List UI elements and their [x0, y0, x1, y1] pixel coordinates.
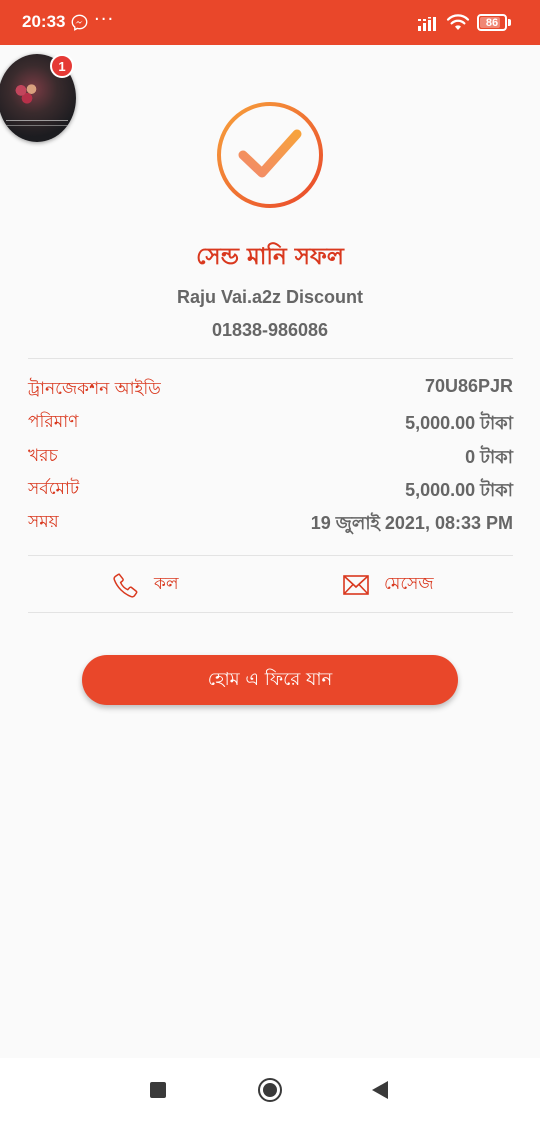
- call-label: কল: [154, 574, 179, 594]
- detail-label: সর্বমোট: [28, 479, 80, 499]
- system-nav-bar: [0, 1058, 540, 1123]
- chat-unread-badge: 1: [50, 54, 74, 78]
- chat-head-bubble[interactable]: 1: [0, 54, 77, 142]
- detail-row-transaction-id: ট্রানজেকশন আইডি 70U86PJR: [28, 376, 513, 406]
- signal-icon: [418, 17, 436, 31]
- status-time: 20:33: [22, 12, 66, 31]
- battery-level: 86: [485, 16, 499, 29]
- detail-value: 5,000.00 টাকা: [405, 480, 513, 500]
- recipient-number: 01838-986086: [211, 320, 329, 340]
- detail-value: 19 জুলাই 2021, 08:33 PM: [310, 513, 513, 533]
- messenger-icon: [71, 14, 88, 31]
- divider: [28, 612, 513, 613]
- divider: [28, 555, 513, 556]
- detail-row-charge: খরচ 0 টাকা: [28, 443, 513, 473]
- battery-icon: 86: [477, 14, 507, 31]
- detail-label: সময়: [28, 512, 59, 532]
- avatar-caption: [6, 120, 68, 126]
- phone-icon: [113, 573, 138, 598]
- detail-value: 0 টাকা: [465, 447, 513, 467]
- recents-square-icon[interactable]: [150, 1082, 166, 1098]
- detail-value: 5,000.00 টাকা: [405, 413, 513, 433]
- wifi-icon: [446, 14, 470, 30]
- detail-label: খরচ: [28, 446, 58, 466]
- home-circle-icon[interactable]: [258, 1078, 282, 1102]
- more-notifications-icon: ···: [94, 9, 115, 30]
- status-bar: 20:33 ··· 86: [0, 0, 540, 45]
- detail-row-total: সর্বমোট 5,000.00 টাকা: [28, 476, 513, 506]
- divider: [28, 358, 513, 359]
- page-title: সেন্ড মানি সফল: [196, 244, 344, 270]
- message-label: মেসেজ: [384, 574, 434, 594]
- detail-label: পরিমাণ: [28, 412, 79, 432]
- call-button[interactable]: কল: [112, 569, 179, 601]
- check-circle-icon: [217, 102, 323, 208]
- recipient-name: Raju Vai.a2z Discount: [176, 287, 364, 307]
- detail-value: 70U86PJR: [424, 376, 513, 396]
- detail-label: ট্রানজেকশন আইডি: [28, 379, 161, 399]
- back-triangle-icon[interactable]: [372, 1081, 388, 1099]
- go-home-button[interactable]: হোম এ ফিরে যান: [82, 655, 458, 705]
- message-button[interactable]: মেসেজ: [342, 569, 434, 601]
- detail-row-time: সময় 19 জুলাই 2021, 08:33 PM: [28, 509, 513, 539]
- envelope-icon: [343, 575, 369, 595]
- avatar-flowers: [12, 80, 42, 106]
- detail-row-amount: পরিমাণ 5,000.00 টাকা: [28, 409, 513, 439]
- battery-tip: [508, 19, 511, 26]
